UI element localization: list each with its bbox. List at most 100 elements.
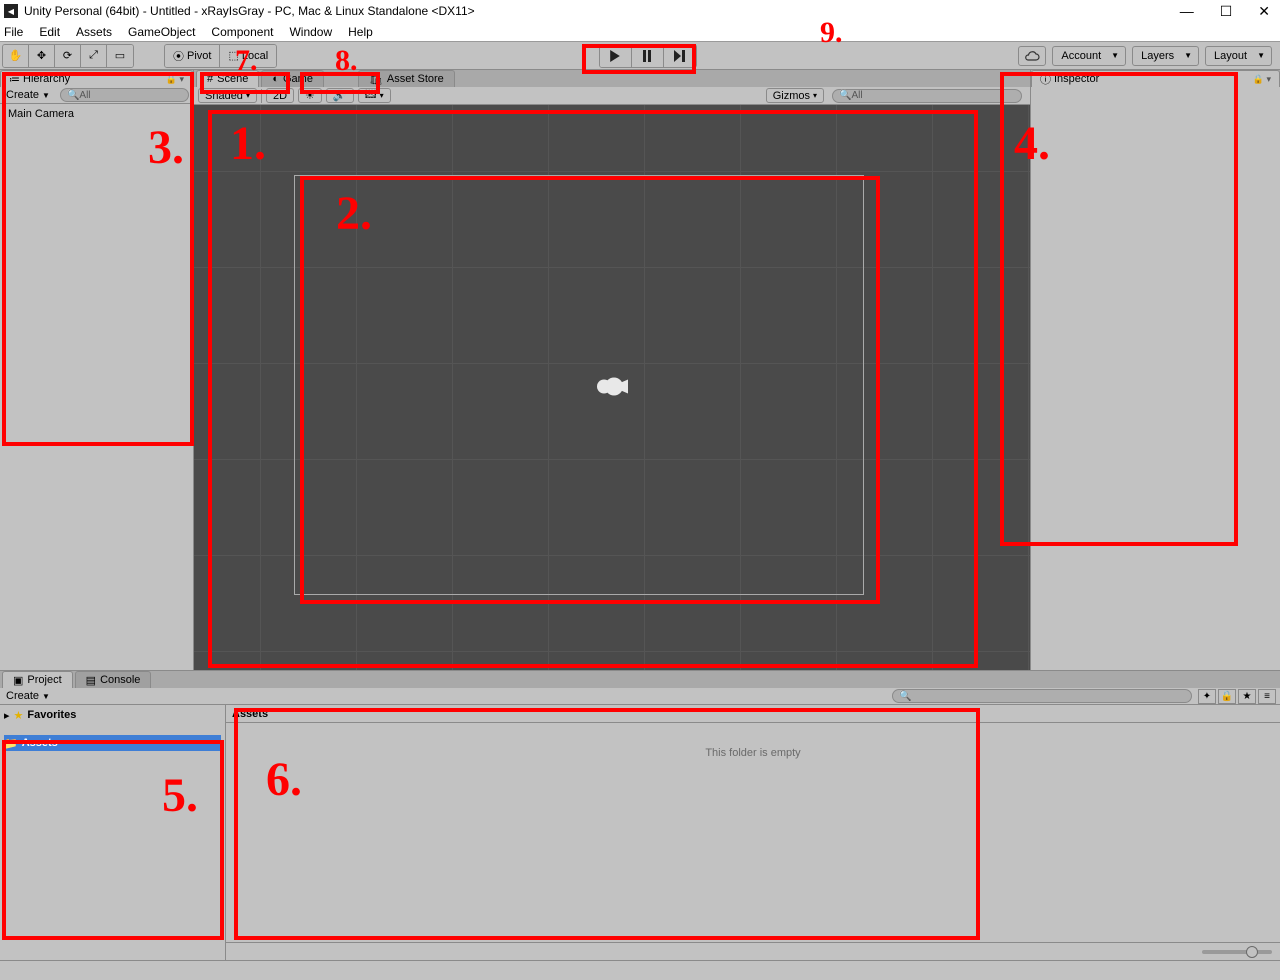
lock-button[interactable]: 🔒 xyxy=(1218,689,1236,704)
chevron-down-icon: ▼ xyxy=(1184,51,1192,60)
move-tool-button[interactable]: ✥ xyxy=(29,45,55,67)
center-panel: # Scene ◐ Game 🛍 Asset Store Shaded ▾ 2D… xyxy=(194,70,1030,670)
panel-menu-button[interactable]: ≡ xyxy=(1258,689,1276,704)
expand-icon: ▸ xyxy=(4,709,10,722)
fx-toggle-button[interactable]: 🖾▾ xyxy=(358,88,391,103)
local-toggle-button[interactable]: ⬚ Local xyxy=(220,45,276,67)
layout-label: Layout xyxy=(1214,50,1247,62)
scene-search-placeholder: All xyxy=(851,90,862,101)
minimize-button[interactable]: — xyxy=(1180,3,1194,20)
status-bar xyxy=(0,960,1280,980)
tab-console-label: Console xyxy=(100,674,140,686)
chevron-down-icon: ▼ xyxy=(1111,51,1119,60)
project-create-dropdown[interactable]: Create ▼ xyxy=(0,690,56,702)
create-label: Create xyxy=(6,690,39,702)
hierarchy-create-dropdown[interactable]: Create ▼ xyxy=(0,89,56,101)
search-icon: 🔍 xyxy=(839,90,851,101)
chevron-down-icon: ▼ xyxy=(1257,51,1265,60)
project-area: ▣ Project ▤ Console Create ▼ 🔍 ✦ 🔒 ★ ≡ ▸… xyxy=(0,670,1280,960)
create-label: Create xyxy=(6,89,39,101)
tab-scene-label: Scene xyxy=(217,73,248,85)
camera-frustum-rect xyxy=(294,175,864,595)
menu-edit[interactable]: Edit xyxy=(39,25,60,39)
scale-tool-button[interactable]: ⤢ xyxy=(81,45,107,67)
inspector-icon: ⓘ xyxy=(1040,71,1051,87)
cloud-button[interactable] xyxy=(1018,46,1046,66)
console-icon: ▤ xyxy=(86,674,96,687)
editor-toolbar: ✋ ✥ ⟳ ⤢ ▭ ⦿ Pivot ⬚ Local Acco xyxy=(0,42,1280,70)
chevron-down-icon: ▾ xyxy=(813,91,817,100)
lock-icon[interactable]: 🔒 ▾ xyxy=(166,74,184,85)
step-button[interactable] xyxy=(664,45,696,67)
maximize-button[interactable]: ☐ xyxy=(1220,3,1233,20)
favorite-button[interactable]: ★ xyxy=(1238,689,1256,704)
tab-game-label: Game xyxy=(283,73,313,85)
game-icon: ◐ xyxy=(272,73,279,85)
project-search-input[interactable]: 🔍 xyxy=(892,689,1192,703)
inspector-tab[interactable]: ⓘ Inspector 🔒 ▾ xyxy=(1031,70,1280,87)
audio-toggle-button[interactable]: 🔊 xyxy=(326,88,354,103)
favorites-label: Favorites xyxy=(27,709,76,721)
hierarchy-tab[interactable]: ≔ Hierarchy 🔒 ▾ xyxy=(0,70,193,87)
transform-tools: ✋ ✥ ⟳ ⤢ ▭ xyxy=(2,44,134,68)
tab-project[interactable]: ▣ Project xyxy=(2,671,73,688)
speaker-icon: 🔊 xyxy=(333,89,347,102)
hierarchy-icon: ≔ xyxy=(9,73,20,86)
window-titlebar: ◀ Unity Personal (64bit) - Untitled - xR… xyxy=(0,0,1280,22)
2d-toggle-button[interactable]: 2D xyxy=(266,88,294,103)
pivot-icon: ⦿ xyxy=(173,48,184,64)
light-toggle-button[interactable]: ☀ xyxy=(298,88,322,103)
slider-thumb[interactable] xyxy=(1246,946,1258,958)
scene-view[interactable] xyxy=(194,105,1030,670)
assets-row[interactable]: 📁 Assets xyxy=(4,735,221,751)
hierarchy-item[interactable]: Main Camera xyxy=(8,108,185,120)
folder-icon: 📁 xyxy=(4,737,18,750)
local-icon: ⬚ xyxy=(228,49,238,62)
menu-window[interactable]: Window xyxy=(289,25,332,39)
tab-asset-store-label: Asset Store xyxy=(387,73,444,85)
hierarchy-tab-label: Hierarchy xyxy=(23,73,70,85)
menu-component[interactable]: Component xyxy=(211,25,273,39)
project-tree: ▸ ★ Favorites 📁 Assets xyxy=(0,705,226,960)
menu-file[interactable]: File xyxy=(4,25,23,39)
handle-position-group: ⦿ Pivot ⬚ Local xyxy=(164,44,277,68)
favorites-row[interactable]: ▸ ★ Favorites xyxy=(4,707,221,723)
menu-help[interactable]: Help xyxy=(348,25,373,39)
play-controls xyxy=(599,44,697,68)
tab-project-label: Project xyxy=(27,674,61,686)
tab-game[interactable]: ◐ Game xyxy=(261,70,324,87)
close-button[interactable]: ✕ xyxy=(1258,3,1270,20)
menu-gameobject[interactable]: GameObject xyxy=(128,25,195,39)
hand-tool-button[interactable]: ✋ xyxy=(3,45,29,67)
window-title: Unity Personal (64bit) - Untitled - xRay… xyxy=(24,4,1180,18)
filter-button[interactable]: ✦ xyxy=(1198,689,1216,704)
chevron-down-icon: ▾ xyxy=(380,91,384,100)
search-icon: 🔍 xyxy=(67,90,79,101)
gizmos-dropdown[interactable]: Gizmos ▾ xyxy=(766,88,824,103)
sun-icon: ☀ xyxy=(305,89,315,102)
pause-button[interactable] xyxy=(632,45,664,67)
tab-scene[interactable]: # Scene xyxy=(196,70,259,87)
menu-assets[interactable]: Assets xyxy=(76,25,112,39)
chevron-down-icon: ▾ xyxy=(246,91,250,100)
thumbnail-size-slider[interactable] xyxy=(1202,950,1272,954)
hierarchy-search-input[interactable]: 🔍 All xyxy=(60,88,189,102)
scene-search-input[interactable]: 🔍 All xyxy=(832,89,1022,103)
hierarchy-panel: ≔ Hierarchy 🔒 ▾ Create ▼ 🔍 All Main Came… xyxy=(0,70,194,670)
layout-dropdown[interactable]: Layout ▼ xyxy=(1205,46,1272,66)
chevron-down-icon: ▼ xyxy=(42,91,50,100)
layers-dropdown[interactable]: Layers ▼ xyxy=(1132,46,1199,66)
tab-asset-store[interactable]: 🛍 Asset Store xyxy=(358,70,455,87)
camera-gizmo-icon[interactable] xyxy=(596,375,628,400)
play-button[interactable] xyxy=(600,45,632,67)
assets-breadcrumb[interactable]: Assets xyxy=(226,705,1280,723)
layers-label: Layers xyxy=(1141,50,1174,62)
tab-console[interactable]: ▤ Console xyxy=(75,671,152,688)
lock-icon[interactable]: 🔒 ▾ xyxy=(1253,74,1271,85)
rect-tool-button[interactable]: ▭ xyxy=(107,45,133,67)
rotate-tool-button[interactable]: ⟳ xyxy=(55,45,81,67)
account-dropdown[interactable]: Account▼ xyxy=(1052,46,1126,66)
pivot-toggle-button[interactable]: ⦿ Pivot xyxy=(165,45,220,67)
shaded-dropdown[interactable]: Shaded ▾ xyxy=(198,88,257,103)
picture-icon: 🖾 xyxy=(365,86,377,105)
